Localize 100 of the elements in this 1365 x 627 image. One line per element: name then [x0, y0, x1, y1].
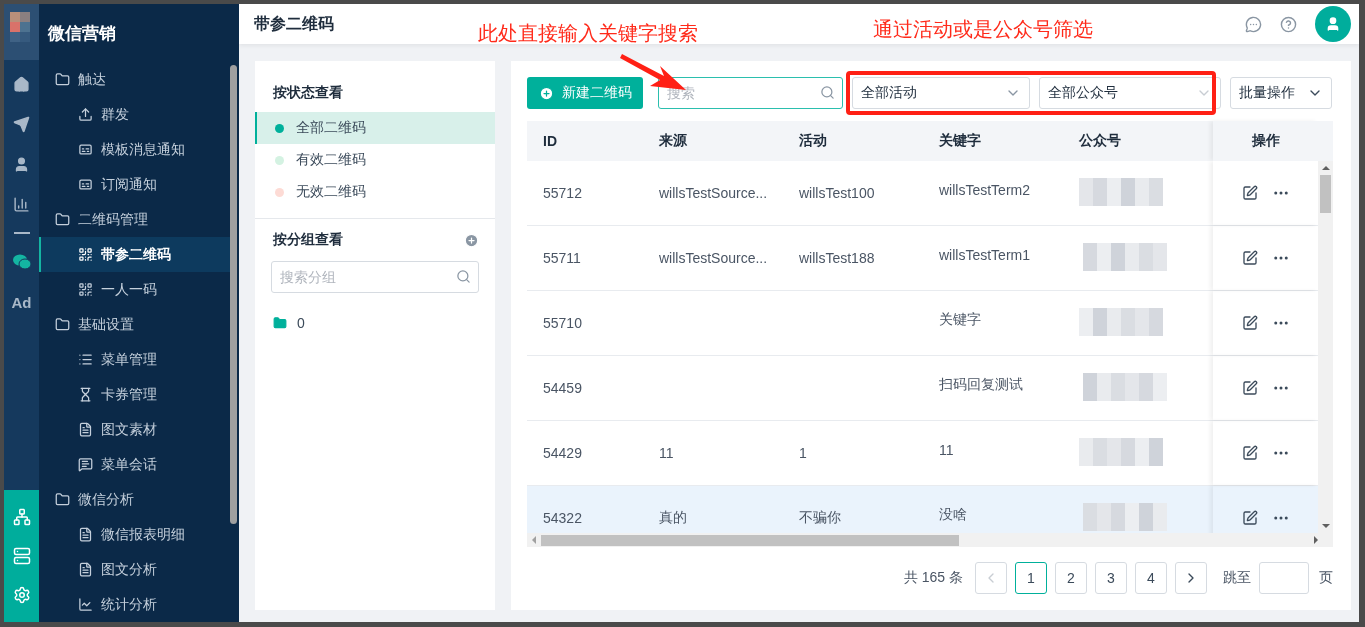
- qr-code-icon: [78, 282, 93, 297]
- status-filter[interactable]: 无效二维码: [255, 176, 495, 208]
- card-icon: [78, 177, 93, 192]
- edit-icon[interactable]: [1241, 315, 1258, 331]
- table-cell-text: 54322: [542, 510, 583, 526]
- annotation-text: 此处直接输入关键字搜索: [478, 21, 698, 46]
- table-cell-text: willsTestTerm2: [938, 182, 1031, 198]
- folder-icon: [55, 212, 70, 227]
- scrollbar-thumb[interactable]: [541, 534, 959, 546]
- menu-group[interactable]: 二维码管理: [39, 202, 231, 237]
- table-row[interactable]: 54459 扫码回复测试: [527, 356, 1318, 421]
- page-button[interactable]: 2: [1055, 562, 1087, 594]
- table-cell-text: willsTest100: [798, 185, 876, 201]
- menu-item[interactable]: 菜单会话: [39, 447, 231, 482]
- scrollbar[interactable]: [527, 533, 1333, 547]
- bar-chart-icon[interactable]: [13, 195, 30, 213]
- table-cell-text: willsTestTerm1: [938, 247, 1031, 263]
- column-header: 活动: [798, 131, 828, 150]
- table-cell-text: 55712: [542, 185, 583, 201]
- menu-group[interactable]: 基础设置: [39, 307, 231, 342]
- table-row[interactable]: 55710 关键字: [527, 291, 1318, 356]
- scrollbar-thumb[interactable]: [1320, 175, 1331, 213]
- qr-code-icon: [78, 247, 93, 262]
- menu-item[interactable]: 一人一码: [39, 272, 231, 307]
- table-cell-text: willsTest188: [798, 250, 876, 266]
- menu-item[interactable]: 图文分析: [39, 552, 231, 587]
- scrollbar[interactable]: [230, 65, 237, 524]
- menu-item[interactable]: 带参二维码: [39, 237, 231, 272]
- edit-icon[interactable]: [1241, 380, 1258, 396]
- menu-group[interactable]: 微信分析: [39, 482, 231, 517]
- table-cell-text: 11: [658, 445, 675, 461]
- page-button[interactable]: 3: [1095, 562, 1127, 594]
- edit-icon[interactable]: [1241, 510, 1258, 526]
- card-icon: [78, 142, 93, 157]
- document-icon: [78, 422, 93, 437]
- folder-icon: [55, 317, 70, 332]
- status-label: 有效二维码: [296, 151, 366, 169]
- table-cell-text: 真的: [658, 509, 688, 527]
- document-icon: [78, 527, 93, 542]
- menu-item[interactable]: 菜单管理: [39, 342, 231, 377]
- column-header: ID: [542, 132, 558, 151]
- column-header: 关键字: [938, 131, 982, 150]
- folder-item[interactable]: 0: [255, 293, 495, 353]
- document-icon: [78, 562, 93, 577]
- activity-select[interactable]: 全部活动: [852, 77, 1030, 109]
- search-field[interactable]: 搜索分组: [271, 261, 479, 293]
- menu-item[interactable]: 群发: [39, 97, 231, 132]
- status-filter[interactable]: 有效二维码: [255, 144, 495, 176]
- section-title: 按状态查看: [273, 84, 344, 102]
- send-icon[interactable]: [13, 115, 30, 133]
- status-filter[interactable]: 全部二维码: [255, 112, 495, 144]
- table-cell-text: willsTestSource...: [658, 185, 769, 201]
- menu-item[interactable]: 图文素材: [39, 412, 231, 447]
- section-title: 按分组查看: [273, 231, 343, 249]
- edit-icon[interactable]: [1241, 185, 1258, 201]
- chat-icon: [78, 457, 93, 472]
- table-cell-text: 55711: [542, 250, 582, 266]
- page-button[interactable]: 1: [1015, 562, 1047, 594]
- batch-button[interactable]: 批量操作: [1230, 77, 1332, 109]
- table-row[interactable]: 54429 11 1 11: [527, 421, 1318, 486]
- upload-icon: [78, 107, 93, 122]
- menu-item[interactable]: 模板消息通知: [39, 132, 231, 167]
- menu-group[interactable]: 触达: [39, 62, 231, 97]
- table-row[interactable]: 55712 willsTestSource... willsTest100 willsTestTerm2: [527, 161, 1318, 226]
- account-select[interactable]: 全部公众号: [1039, 77, 1221, 109]
- annotation-text: 通过活动或是公众号筛选: [873, 17, 1093, 42]
- menu-item[interactable]: 订阅通知: [39, 167, 231, 202]
- chat-bubbles-icon[interactable]: [12, 254, 31, 270]
- user-icon[interactable]: [13, 155, 30, 173]
- table-row[interactable]: 54322 真的 不骗你 没啥: [527, 486, 1318, 533]
- page-button[interactable]: 4: [1135, 562, 1167, 594]
- chat-icon[interactable]: [1245, 15, 1262, 33]
- avatar[interactable]: [1315, 6, 1351, 42]
- scrollbar[interactable]: [1318, 161, 1333, 533]
- page-input[interactable]: [1259, 562, 1309, 594]
- add-icon[interactable]: [464, 232, 479, 248]
- edit-icon[interactable]: [1241, 445, 1258, 461]
- page-title: 带参二维码: [254, 13, 334, 34]
- column-header: 操作: [1213, 121, 1318, 161]
- folder-icon: [55, 492, 70, 507]
- table-cell-text: 没啥: [938, 506, 968, 524]
- menu-item[interactable]: 微信报表明细: [39, 517, 231, 552]
- folder-icon: [55, 72, 70, 87]
- menu-item[interactable]: 卡券管理: [39, 377, 231, 412]
- table-cell-text: 不骗你: [798, 509, 842, 527]
- user-icon: [1325, 16, 1341, 32]
- table-cell-text: 关键字: [938, 311, 982, 329]
- home-icon[interactable]: [13, 75, 30, 93]
- settings-icon[interactable]: [12, 585, 31, 604]
- search-icon: [456, 269, 471, 284]
- menu-item[interactable]: 统计分析: [39, 587, 231, 622]
- edit-icon[interactable]: [1241, 250, 1258, 266]
- status-label: 全部二维码: [296, 119, 366, 137]
- network-icon[interactable]: [12, 508, 31, 527]
- table-cell-text: 55710: [542, 315, 583, 331]
- rail-link[interactable]: Ad: [11, 282, 32, 322]
- server-icon[interactable]: [12, 547, 31, 565]
- status-label: 无效二维码: [296, 183, 366, 201]
- table-row[interactable]: 55711 willsTestSource... willsTest188 willsTestTerm1: [527, 226, 1318, 291]
- help-icon[interactable]: [1280, 15, 1297, 33]
